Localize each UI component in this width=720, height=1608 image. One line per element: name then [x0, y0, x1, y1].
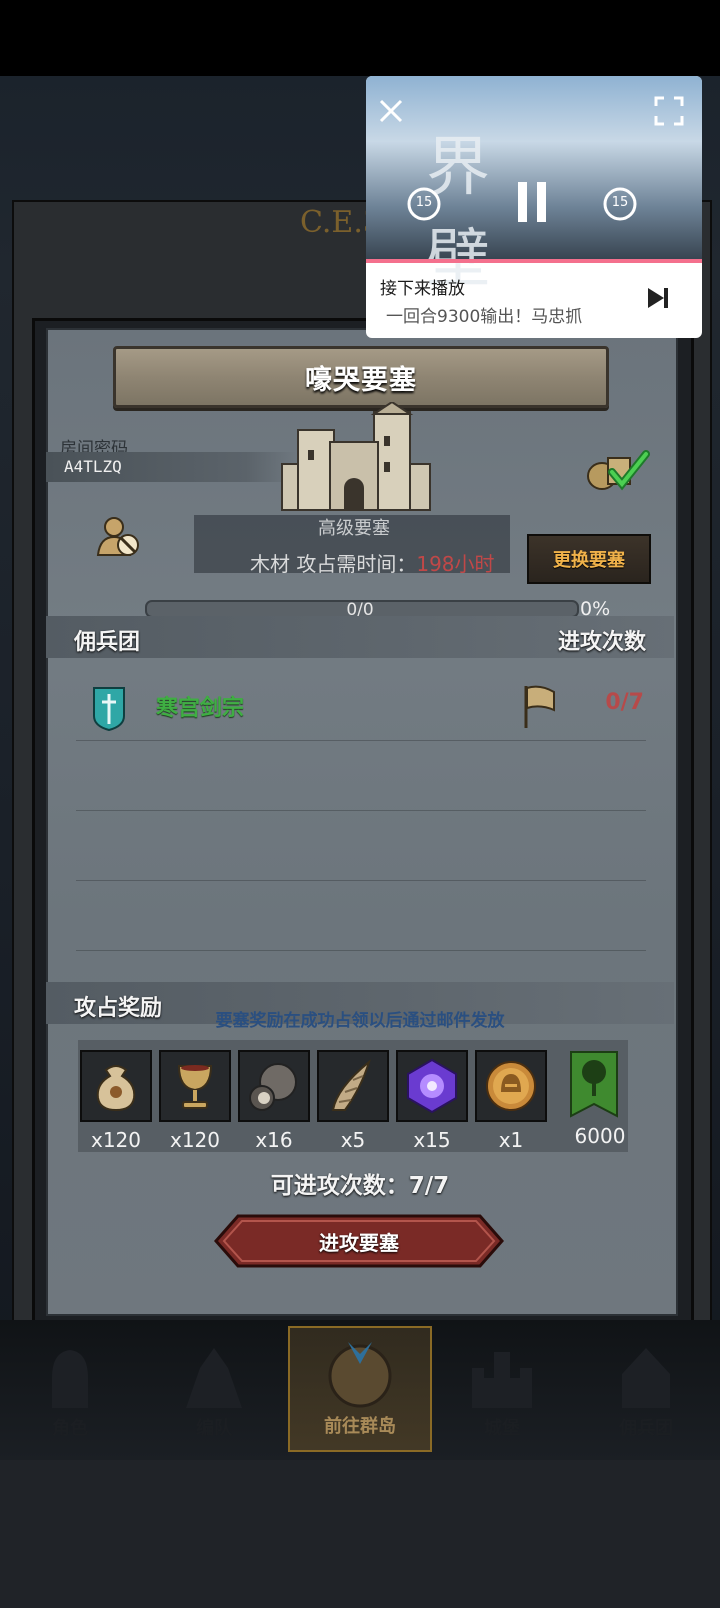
video-frame: 界 壁: [366, 76, 702, 297]
knight-icon: [52, 1350, 88, 1408]
mercenary-name: 寒宫剑宗: [156, 696, 245, 721]
occupy-time-label: 攻占需时间：: [296, 552, 417, 576]
horn-icon: [331, 1059, 371, 1111]
reward-quantity: x5: [340, 1128, 366, 1152]
rewind-seconds: 15: [415, 195, 433, 210]
bottom-area: [0, 1460, 720, 1608]
purple-gem-icon: [407, 1058, 457, 1114]
nav-islands[interactable]: 前往群岛: [288, 1326, 432, 1452]
nav-formation[interactable]: 编队: [144, 1330, 284, 1448]
floating-video-player[interactable]: 界 壁 15 15 接下来播放 一回合9300输出！马忠抓: [366, 76, 702, 338]
attack-fortress-button[interactable]: 进攻要塞: [214, 1214, 504, 1268]
reward-slot: [317, 1050, 389, 1122]
up-next-title[interactable]: 一回合9300输出！马忠抓: [386, 302, 626, 327]
resource-label: 木材: [250, 552, 290, 576]
status-bar: [0, 0, 720, 76]
reward-quantity: x16: [255, 1128, 293, 1152]
mercenary-section-label: 佣兵团: [74, 630, 141, 655]
reward-slot: [80, 1050, 152, 1122]
fortress-level: 高级要塞: [318, 518, 390, 539]
mercenary-attack-count: 0/7: [605, 690, 644, 715]
close-icon[interactable]: [378, 98, 404, 124]
goblet-icon: [177, 1065, 213, 1109]
nav-label: 编队: [196, 1418, 232, 1439]
reward-quantity: x1: [498, 1128, 524, 1152]
flag-icon: [524, 685, 555, 728]
reward-item[interactable]: x1: [475, 1050, 547, 1152]
nav-character[interactable]: 角色: [0, 1330, 140, 1448]
nav-label: 城堡: [484, 1418, 520, 1439]
fullscreen-icon[interactable]: [654, 96, 684, 126]
nav-castle[interactable]: 城堡: [432, 1330, 572, 1448]
resource-ready-icon: [587, 450, 650, 491]
no-occupant-icon: [96, 517, 139, 556]
remaining-attacks: 可进攻次数：7/7: [270, 1173, 450, 1199]
reward-item[interactable]: x120: [159, 1050, 231, 1152]
row-divider: [76, 950, 646, 951]
reward-item[interactable]: 6000: [560, 1050, 640, 1148]
formation-icon: [186, 1348, 242, 1408]
reward-slot: [560, 1050, 628, 1118]
change-fortress-label: 更换要塞: [553, 550, 625, 571]
room-code-field[interactable]: A4TLZQ: [46, 452, 296, 482]
nav-label: 角色: [52, 1418, 88, 1439]
nav-label: 前往群岛: [324, 1416, 396, 1437]
change-fortress-button[interactable]: 更换要塞: [527, 534, 651, 584]
reward-slot: [396, 1050, 468, 1122]
reward-slot: [238, 1050, 310, 1122]
reward-quantity: 6000: [574, 1124, 626, 1148]
pause-icon[interactable]: [514, 180, 550, 224]
reward-slot: [159, 1050, 231, 1122]
reward-quantity: x15: [413, 1128, 451, 1152]
panel-title-bar: 嚎哭要塞: [113, 346, 609, 408]
rewind-button[interactable]: 15: [406, 186, 442, 222]
up-next-label: 接下来播放: [380, 279, 465, 299]
mercenary-icon: [622, 1348, 670, 1408]
nav-mercenary[interactable]: 佣兵团: [576, 1330, 716, 1448]
room-code-value: A4TLZQ: [64, 457, 122, 476]
row-divider: [76, 740, 646, 741]
reward-item[interactable]: x16: [238, 1050, 310, 1152]
helmet-medal-icon: [486, 1061, 536, 1111]
occupy-time-row: 木材 攻占需时间：198小时: [250, 548, 495, 577]
compass-icon: [328, 1342, 392, 1408]
attack-count-column-label: 进攻次数: [557, 630, 646, 655]
nav-label: 佣兵团: [619, 1418, 673, 1439]
reward-quantity: x120: [169, 1128, 220, 1152]
reward-note: 要塞奖励在成功占领以后通过邮件发放: [215, 1011, 505, 1031]
reward-item[interactable]: x15: [396, 1050, 468, 1152]
forward-seconds: 15: [611, 195, 629, 210]
attack-button-label: 进攻要塞: [319, 1231, 399, 1255]
video-overlay-text: 界 壁: [426, 131, 550, 297]
row-divider: [76, 880, 646, 881]
shield-sword-icon: [93, 687, 125, 732]
video-progress-bar[interactable]: [366, 259, 702, 263]
reward-slot: [475, 1050, 547, 1122]
forward-button[interactable]: 15: [602, 186, 638, 222]
fortress-castle-icon: [281, 402, 431, 511]
tree-banner-icon: [570, 1051, 618, 1118]
reward-item[interactable]: x5: [317, 1050, 389, 1152]
mercenary-row[interactable]: 寒宫剑宗 0/7: [76, 676, 656, 738]
truffle-icon: [249, 1063, 297, 1111]
reward-quantity: x120: [90, 1128, 141, 1152]
occupy-time-value: 198小时: [416, 552, 495, 576]
row-divider: [76, 810, 646, 811]
skip-next-icon[interactable]: [646, 286, 670, 310]
sack-icon: [96, 1065, 136, 1112]
mercenary-section-header: 佣兵团 进攻次数: [46, 616, 674, 658]
panel-title: 嚎哭要塞: [305, 364, 417, 396]
castle-icon: [472, 1352, 532, 1408]
reward-item[interactable]: x120: [80, 1050, 152, 1152]
